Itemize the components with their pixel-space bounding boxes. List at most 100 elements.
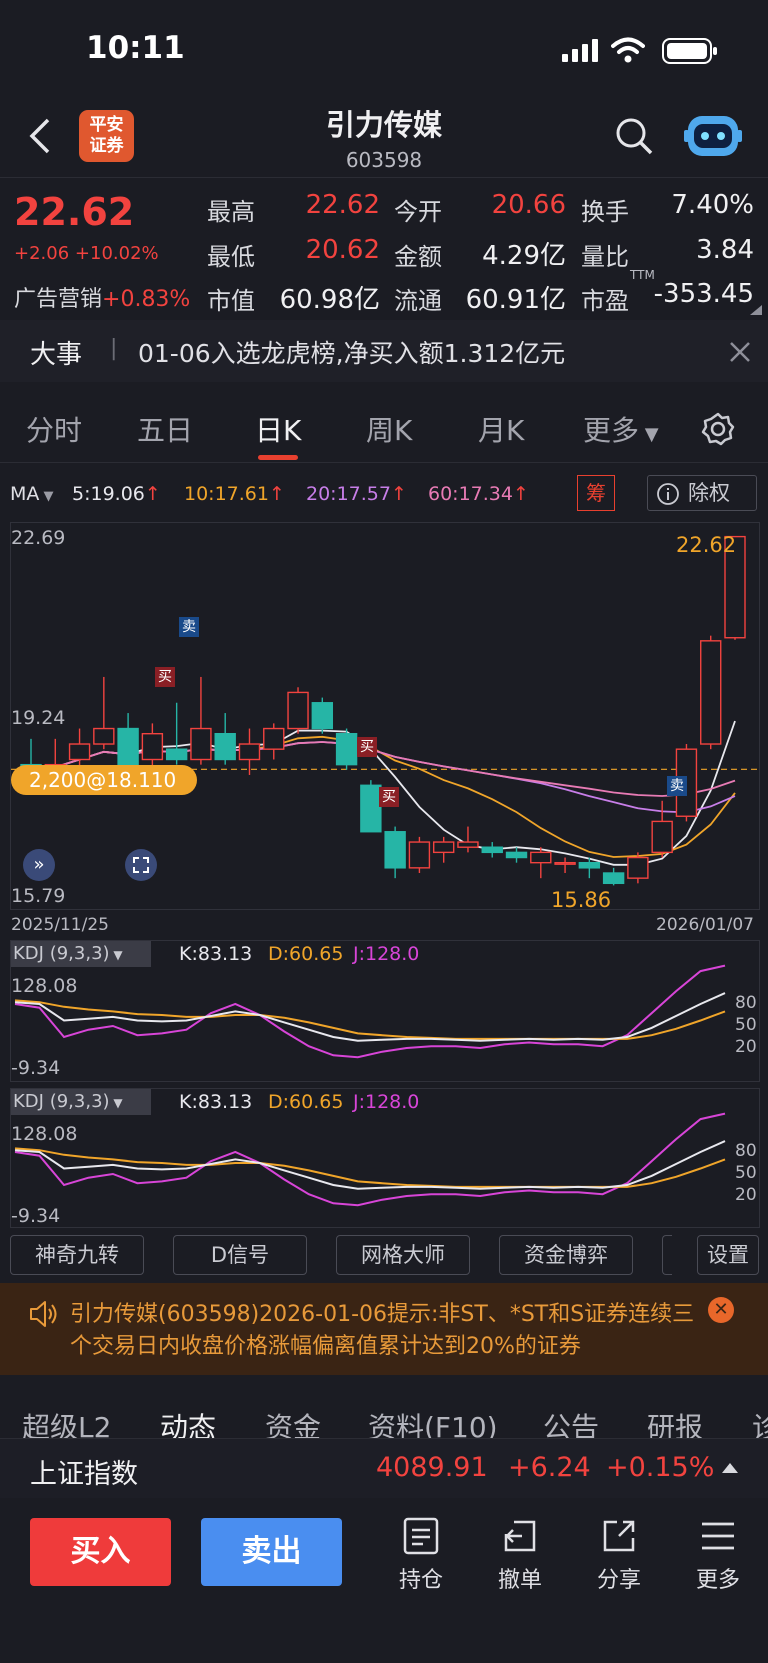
tab-daily-k[interactable]: 日K xyxy=(255,409,301,449)
candle-body xyxy=(165,748,188,761)
news-tag: 大事 xyxy=(30,340,83,370)
search-icon[interactable] xyxy=(614,116,654,156)
tool-button-d-signal[interactable]: D信号 xyxy=(173,1235,307,1275)
index-value: 4089.91 xyxy=(376,1452,488,1483)
share-button[interactable]: 分享 xyxy=(579,1516,659,1594)
ex-rights-label: 除权 xyxy=(688,481,730,505)
cost-position-badge[interactable]: 2,200@18.110 xyxy=(11,765,197,795)
buy-signal-marker: 买 xyxy=(357,737,377,757)
candle-body xyxy=(432,841,455,854)
tab-f10[interactable]: 资料(F10) xyxy=(368,1406,498,1438)
field-label: 金额 xyxy=(394,243,442,271)
close-icon[interactable] xyxy=(728,340,752,364)
positions-button[interactable]: 持仓 xyxy=(381,1516,461,1594)
candle-body xyxy=(287,691,309,730)
field-value-turnover: 7.40% xyxy=(671,190,754,220)
candle-body xyxy=(238,743,261,761)
news-text: 01-06入选龙虎榜,净买入额1.312亿元 xyxy=(138,339,566,368)
more-button[interactable]: 更多 xyxy=(678,1516,758,1594)
chart-tabs: 分时 五日 日K 周K 月K 更多 ▼ xyxy=(0,395,768,463)
y-axis-mid: 19.24 xyxy=(11,707,66,729)
detail-tabs: 超级L2 动态 资金 资料(F10) 公告 研报 诊 xyxy=(0,1398,768,1438)
robot-assistant-icon[interactable] xyxy=(684,110,742,160)
index-ticker[interactable]: 上证指数 4089.91 +6.24 +0.15% xyxy=(0,1438,768,1498)
candle-body xyxy=(554,861,576,865)
expand-corner-icon[interactable] xyxy=(748,303,764,317)
tab-more-label: 更多 xyxy=(583,414,640,447)
y-axis-low: 15.79 xyxy=(11,885,66,907)
field-value-high: 22.62 xyxy=(305,190,380,220)
tool-button-grid-master[interactable]: 网格大师 xyxy=(336,1235,470,1275)
chip-distribution-button[interactable]: 筹 xyxy=(577,475,615,511)
field-label: 今开 xyxy=(394,198,442,226)
kdj-panel-2[interactable]: KDJ (9,3,3) ▼ K:83.13 D:60.65 J:128.0 12… xyxy=(10,1088,760,1228)
candle-body xyxy=(505,851,528,859)
tool-button-partial[interactable] xyxy=(662,1235,672,1275)
y-axis-high: 22.69 xyxy=(11,527,66,549)
kdj-lines-svg xyxy=(14,1112,726,1207)
tool-button-capital-game[interactable]: 资金博弈 xyxy=(499,1235,633,1275)
index-name: 上证指数 xyxy=(30,1459,138,1490)
active-tab-indicator xyxy=(258,455,298,460)
news-separator: | xyxy=(110,336,118,361)
sector-change: +0.83% xyxy=(102,287,191,312)
tab-research[interactable]: 研报 xyxy=(647,1406,703,1438)
share-icon xyxy=(603,1520,635,1552)
expand-up-icon[interactable] xyxy=(720,1461,740,1475)
news-bar[interactable]: 大事 | 01-06入选龙虎榜,净买入额1.312亿元 xyxy=(0,320,768,382)
low-price-label: 15.86 xyxy=(551,888,612,912)
fullscreen-icon[interactable] xyxy=(125,849,157,881)
trade-action-bar: 买入 卖出 持仓 撤单 分享 更多 xyxy=(0,1500,768,1663)
tab-monthly-k[interactable]: 月K xyxy=(478,409,524,449)
index-change-pct: +0.15% xyxy=(606,1452,715,1483)
tool-settings-button[interactable]: 设置 xyxy=(697,1235,759,1275)
candle-body xyxy=(68,743,91,761)
share-label: 分享 xyxy=(596,1568,641,1593)
tab-more[interactable]: 更多 ▼ xyxy=(583,409,659,449)
risk-notice[interactable]: 引力传媒(603598)2026-01-06提示:非ST、*ST和S证券连续三个… xyxy=(0,1283,768,1375)
field-label: 市值 xyxy=(207,287,255,315)
candle-body xyxy=(408,841,431,869)
candle-body xyxy=(360,784,382,833)
buy-button[interactable]: 买入 xyxy=(30,1518,171,1586)
tab-super-l2[interactable]: 超级L2 xyxy=(22,1406,111,1438)
ma-label-text: MA xyxy=(10,483,40,505)
ex-rights-button[interactable]: 除权 xyxy=(647,475,757,511)
kdj-panel-1[interactable]: KDJ (9,3,3) ▼ K:83.13 D:60.65 J:128.0 12… xyxy=(10,940,760,1082)
field-value-float: 60.91亿 xyxy=(465,285,566,315)
up-arrow-icon: ↑ xyxy=(144,483,161,505)
ma-label[interactable]: MA ▼ xyxy=(10,483,54,505)
notice-close-icon[interactable]: ✕ xyxy=(708,1297,734,1323)
candle-body xyxy=(578,861,601,869)
field-value-amount: 4.29亿 xyxy=(482,241,566,271)
field-label: 流通 xyxy=(394,287,442,315)
tab-diagnosis[interactable]: 诊 xyxy=(752,1406,768,1438)
sell-signal-marker: 卖 xyxy=(667,776,687,796)
field-label: 最高 xyxy=(207,198,255,226)
candle-body xyxy=(530,851,552,864)
tab-weekly-k[interactable]: 周K xyxy=(366,409,412,449)
index-change: +6.24 xyxy=(508,1452,591,1483)
more-label: 更多 xyxy=(695,1568,740,1593)
tab-intraday[interactable]: 分时 xyxy=(26,409,82,449)
field-label: 最低 xyxy=(207,243,255,271)
field-value-low: 20.62 xyxy=(305,235,380,265)
tab-five-day[interactable]: 五日 xyxy=(137,409,193,449)
tab-capital[interactable]: 资金 xyxy=(265,1406,321,1438)
cancel-order-button[interactable]: 撤单 xyxy=(480,1516,560,1594)
ma-dropdown-icon: ▼ xyxy=(39,489,54,504)
positions-label: 持仓 xyxy=(398,1568,443,1593)
ma60-text: 60:17.34 xyxy=(428,483,513,505)
cancel-order-icon xyxy=(504,1520,536,1552)
sector-label[interactable]: 广告营销+0.83% xyxy=(14,281,190,313)
tool-button-nine-turn[interactable]: 神奇九转 xyxy=(10,1235,144,1275)
field-value-pe: -353.45 xyxy=(653,279,754,309)
info-icon xyxy=(657,483,679,505)
kline-chart[interactable]: 22.69 19.24 15.79 22.62 15.86 2,200@18.1… xyxy=(10,522,760,935)
sell-button[interactable]: 卖出 xyxy=(201,1518,342,1586)
candle-body xyxy=(457,841,479,848)
fast-forward-icon[interactable]: » xyxy=(23,849,55,881)
settings-gear-icon[interactable] xyxy=(700,411,736,447)
tab-announcement[interactable]: 公告 xyxy=(543,1406,599,1438)
tab-dynamic[interactable]: 动态 xyxy=(160,1406,216,1438)
